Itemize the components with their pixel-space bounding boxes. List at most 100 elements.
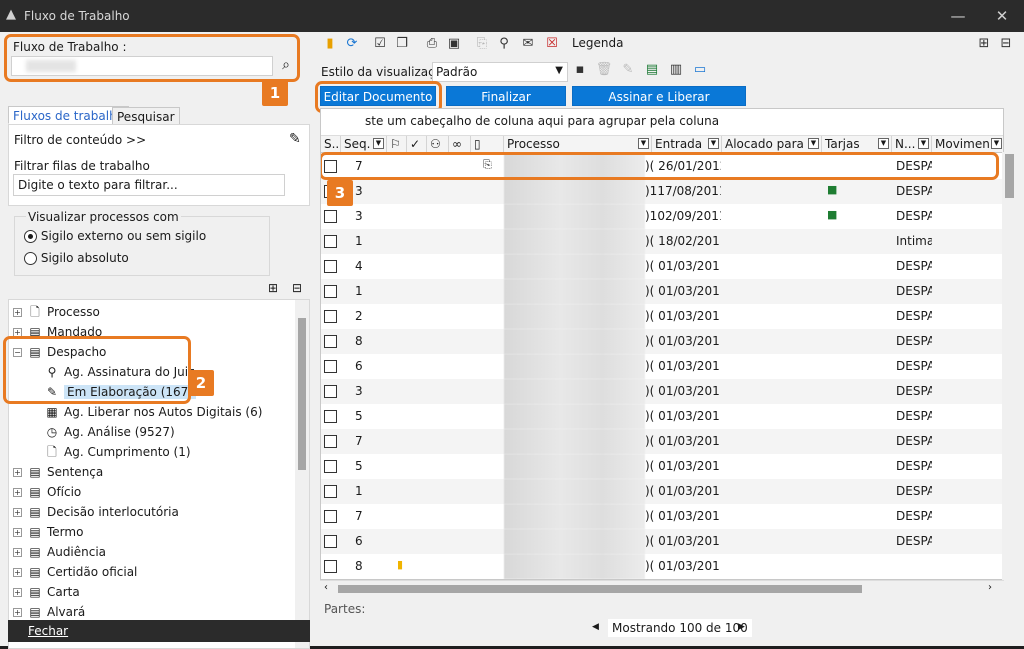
filter-icon[interactable]: ▼ — [878, 138, 889, 149]
filter-icon[interactable]: ▼ — [638, 138, 649, 149]
copy-icon[interactable]: ❐ — [392, 34, 412, 54]
row-checkbox[interactable] — [324, 335, 337, 348]
tree-view-icon[interactable]: ⊞ — [974, 34, 994, 54]
delete-style-icon[interactable]: 🗑 — [594, 60, 614, 80]
chevron-down-icon[interactable]: ▼ — [555, 65, 563, 76]
tree-item-sentenca[interactable]: + ▤ Sentença — [13, 462, 103, 482]
close-button[interactable]: ✕ — [992, 6, 1012, 26]
radio-sigilo-externo[interactable]: Sigilo externo ou sem sigilo — [24, 229, 206, 243]
filtrar-input[interactable]: Digite o texto para filtrar... — [13, 174, 285, 196]
table-row[interactable]: 3)( 01/03/2011 DESPA — [321, 379, 1003, 404]
refresh-icon[interactable]: ⟳ — [342, 34, 362, 54]
tree-expand-all-icon[interactable]: ⊞ — [268, 281, 278, 295]
table-row[interactable]: 1)( 18/02/2011 Intimac — [321, 229, 1003, 254]
row-checkbox[interactable] — [324, 460, 337, 473]
printer-icon[interactable]: ⎙ — [422, 34, 442, 54]
table-row[interactable]: 6)( 01/03/2011 DESPA — [321, 354, 1003, 379]
radio-sigilo-absoluto[interactable]: Sigilo absoluto — [24, 251, 129, 265]
table-row[interactable]: 5)( 01/03/2011 DESPA — [321, 454, 1003, 479]
expand-icon[interactable]: + — [13, 588, 22, 597]
row-checkbox[interactable] — [324, 310, 337, 323]
finalizar-documento-button[interactable]: Finalizar Documento — [446, 86, 566, 124]
check-doc-icon[interactable]: ☑ — [370, 34, 390, 54]
expand-icon[interactable]: + — [13, 508, 22, 517]
table-row[interactable]: 1)( 01/03/2011 DESPA — [321, 279, 1003, 304]
tree-item-certidao[interactable]: + ▤ Certidão oficial — [13, 562, 137, 582]
tree-item-ag-liberar[interactable]: ▦ Ag. Liberar nos Autos Digitais (6) — [45, 402, 262, 422]
row-checkbox[interactable] — [324, 485, 337, 498]
tree-item-audiencia[interactable]: + ▤ Audiência — [13, 542, 106, 562]
column-n[interactable]: N... ▼ — [892, 136, 932, 153]
table-row[interactable]: 3)102/09/2011 DESPA — [321, 204, 1003, 229]
expand-icon[interactable]: + — [13, 468, 22, 477]
filter-icon[interactable]: ▼ — [708, 138, 719, 149]
row-checkbox[interactable] — [324, 510, 337, 523]
tree-item-processo[interactable]: + 🗋 Processo — [13, 302, 100, 322]
comment-icon[interactable]: ✉ — [518, 34, 538, 54]
table-row[interactable]: 7)( 01/03/2011 DESPA — [321, 504, 1003, 529]
excel-icon[interactable]: ▤ — [642, 60, 662, 80]
tree-item-alvara[interactable]: + ▤ Alvará — [13, 602, 85, 622]
brush-icon[interactable]: ✎ — [289, 131, 301, 147]
expand-icon[interactable]: + — [13, 548, 22, 557]
grid-hscrollbar[interactable]: ‹ › — [320, 580, 1004, 596]
column-link[interactable]: ∞ — [449, 136, 471, 153]
table-row[interactable]: 8)( 01/03/2011 DESPA — [321, 329, 1003, 354]
tree-item-ag-cumprimento[interactable]: 🗋 Ag. Cumprimento (1) — [45, 442, 190, 462]
search-icon[interactable]: ⌕ — [276, 57, 296, 77]
tab-fluxos[interactable]: Fluxos de trabalho — [8, 106, 130, 124]
tree-item-termo[interactable]: + ▤ Termo — [13, 522, 83, 542]
new-doc-icon[interactable]: ▮ — [320, 34, 340, 54]
expand-icon[interactable]: + — [13, 528, 22, 537]
expand-icon[interactable]: + — [13, 308, 22, 317]
fechar-button[interactable]: Fechar — [8, 620, 310, 642]
estilo-select[interactable]: Padrão ▼ — [432, 62, 568, 82]
column-alocado[interactable]: Alocado para ... ▼ — [722, 136, 822, 153]
assinar-liberar-button[interactable]: Assinar e Liberar Documentos — [572, 86, 746, 124]
page-prev-icon[interactable]: ◀ — [592, 622, 599, 632]
report-icon[interactable]: ▥ — [666, 60, 686, 80]
row-checkbox[interactable] — [324, 435, 337, 448]
filtro-conteudo-link[interactable]: Filtro de conteúdo >> — [14, 133, 146, 147]
column-entrada[interactable]: Entrada ▼ — [652, 136, 722, 153]
row-checkbox[interactable] — [324, 210, 337, 223]
row-checkbox[interactable] — [324, 360, 337, 373]
expand-icon[interactable]: + — [13, 488, 22, 497]
filter-icon[interactable]: ▼ — [991, 138, 1002, 149]
save-doc-icon[interactable]: ▣ — [444, 34, 464, 54]
column-movimento[interactable]: Movimen... ▼ — [932, 136, 1003, 153]
row-checkbox[interactable] — [324, 285, 337, 298]
scroll-right-icon[interactable]: › — [988, 582, 992, 593]
table-row[interactable]: 2)( 01/03/2011 DESPA — [321, 304, 1003, 329]
tree-item-oficio[interactable]: + ▤ Ofício — [13, 482, 81, 502]
expand-icon[interactable]: + — [13, 608, 22, 617]
screen-icon[interactable]: ▭ — [690, 60, 710, 80]
tab-pesquisar[interactable]: Pesquisar — [112, 107, 180, 125]
table-row[interactable]: 6)( 01/03/2011 DESPA — [321, 529, 1003, 554]
table-row[interactable]: 8)( 01/03/2011 — [321, 554, 1003, 579]
tree-item-decisao[interactable]: + ▤ Decisão interlocutória — [13, 502, 179, 522]
table-row[interactable]: 5)( 01/03/2011 DESPA — [321, 404, 1003, 429]
row-checkbox[interactable] — [324, 535, 337, 548]
row-checkbox[interactable] — [324, 260, 337, 273]
row-checkbox[interactable] — [324, 235, 337, 248]
column-users[interactable]: ⚇ — [427, 136, 449, 153]
tree-collapse-all-icon[interactable]: ⊟ — [292, 281, 302, 295]
filter-icon[interactable]: ▼ — [918, 138, 929, 149]
zoom-doc-icon[interactable]: ⚲ — [494, 34, 514, 54]
column-seq[interactable]: Seq. ▼ — [341, 136, 387, 153]
table-row[interactable]: 3)117/08/2011 DESPA — [321, 179, 1003, 204]
tree-scrollbar[interactable]: ▼ — [295, 300, 309, 648]
column-tarjas[interactable]: Tarjas ▼ — [822, 136, 892, 153]
save-style-icon[interactable]: ▪ — [570, 60, 590, 80]
row-checkbox[interactable] — [324, 410, 337, 423]
column-processo[interactable]: Processo ▼ — [504, 136, 652, 153]
legenda-label[interactable]: Legenda — [572, 36, 623, 50]
tree-item-ag-analise[interactable]: ◷ Ag. Análise (9527) — [45, 422, 175, 442]
edit-style-icon[interactable]: ✎ — [618, 60, 638, 80]
filter-icon[interactable]: ▼ — [373, 138, 384, 149]
column-docs[interactable]: ▯ — [471, 136, 504, 153]
tree-item-carta[interactable]: + ▤ Carta — [13, 582, 80, 602]
column-flag[interactable]: ⚐ — [387, 136, 407, 153]
tree-scroll-thumb[interactable] — [298, 318, 306, 470]
